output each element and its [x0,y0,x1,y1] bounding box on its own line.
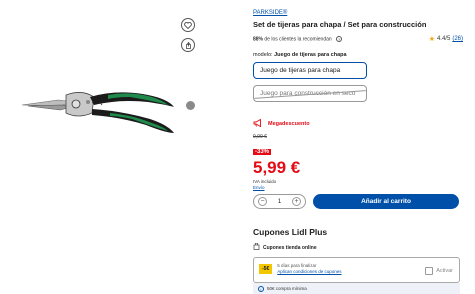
model-selector-label: modelo: Juego de tijeras para chapa [253,52,463,58]
model-label: modelo: [253,52,273,58]
info-icon: i [258,285,264,292]
quantity-value[interactable]: 1 [278,199,281,205]
quantity-plus-button[interactable]: + [292,197,301,206]
recommendation-percent: 88% [253,36,264,43]
share-button[interactable] [181,38,195,52]
option-drywall-set[interactable]: Juego para construcción en seco [253,85,367,102]
coupon-conditions-link[interactable]: Aplican condiciones de cupones [277,269,341,274]
cart-row: − 1 + Añadir al carrito [253,194,463,209]
quantity-stepper: − 1 + [253,194,306,209]
recommendation-text: de los clientes la recomiendan [264,36,332,43]
share-icon [185,36,192,54]
rating[interactable]: ★ 4.4/5 (26) [429,35,463,43]
product-title: Set de tijeras para chapa / Set para con… [253,20,427,29]
product-gallery [0,0,210,294]
model-value: Juego de tijeras para chapa [274,52,347,58]
product-info: PARKSIDE® Set de tijeras para chapa / Se… [253,10,463,294]
coupon-minimum-text: 50€ compra mínima [267,286,307,292]
promo-text: Megadescuento [268,121,310,127]
coupons-subtitle: Cupones tienda online [263,244,317,251]
product-image [21,92,174,133]
checkbox-icon [425,267,434,275]
current-price: 5,99 € [253,158,301,177]
coupon-badge: -5€ [259,264,273,275]
brand-link[interactable]: PARKSIDE® [253,10,463,16]
quantity-minus-button[interactable]: − [258,197,267,206]
megaphone-icon [253,118,263,129]
shopping-bag-icon [253,242,260,252]
next-image-icon[interactable] [186,101,195,110]
add-to-cart-button[interactable]: Añadir al carrito [313,194,459,209]
coupon-text: 5 días para finalizar Aplican condicione… [277,263,341,276]
activate-label: Activar [436,268,453,274]
rating-count[interactable]: (26) [452,36,463,42]
recommendation: 88% de los clientes la recomiendan ? [253,35,343,43]
old-price: 9,99 € [253,134,267,140]
coupon-minimum: i 50€ compra mínima [253,282,460,294]
meta-row: 88% de los clientes la recomiendan ? ★ 4… [253,35,463,43]
vat-note: IVA incluido [253,179,277,184]
coupons-subtitle-row: Cupones tienda online [253,242,463,252]
shipping-link[interactable]: Envío [253,185,463,190]
favorite-button[interactable] [181,18,195,32]
star-icon: ★ [428,36,435,43]
heart-icon [184,16,192,34]
rating-score: 4.4/5 [436,36,451,42]
info-icon[interactable]: ? [336,35,343,42]
coupon-card: -5€ 5 días para finalizar Aplican condic… [253,257,460,283]
promo-label: Megadescuento [253,118,463,129]
activate-coupon-checkbox[interactable]: Activar [425,267,453,275]
discount-badge: -33% [253,149,272,155]
coupons-title: Cupones Lidl Plus [253,227,328,237]
option-sheet-shears[interactable]: Juego de tijeras para chapa [253,62,367,79]
